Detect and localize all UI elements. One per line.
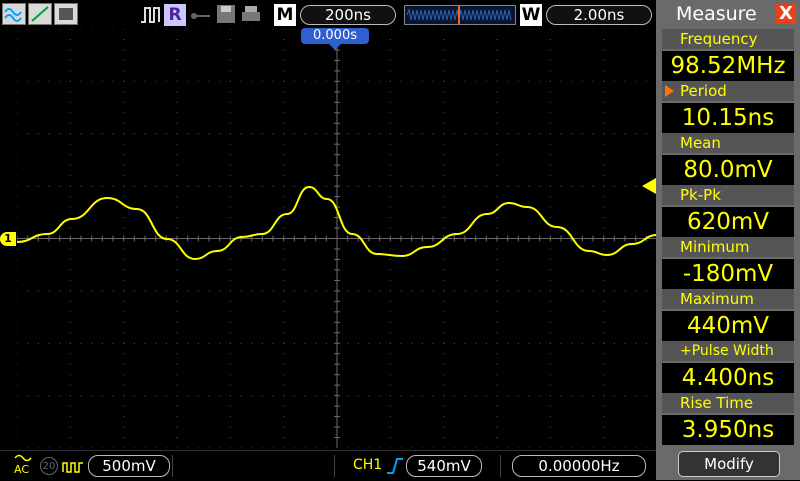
measure-value-pulse-width: 4.400ns [662, 363, 794, 393]
bottom-status-bar: AC 20 500mV CH1 540mV 0.00000Hz [0, 450, 656, 481]
measure-panel-header: Measure X [656, 0, 800, 28]
window-label: W [520, 4, 542, 26]
rising-edge-icon [386, 457, 404, 475]
trigger-level-value[interactable]: 540mV [406, 455, 482, 477]
modify-button[interactable]: Modify [678, 451, 780, 477]
selected-arrow-icon [665, 85, 674, 97]
memory-position-bar[interactable] [404, 5, 516, 25]
vector-display-icon[interactable] [28, 3, 52, 25]
window-value[interactable]: 2.00ns [546, 5, 652, 25]
divider [500, 455, 501, 477]
trigger-edge-icon [140, 4, 162, 26]
trigger-position-label: 0.000s [301, 28, 369, 44]
measure-value-mean: 80.0mV [662, 155, 794, 185]
print-icon[interactable] [240, 4, 262, 24]
top-status-bar: R M 200ns W 2.00ns [0, 0, 656, 28]
measure-value-frequency: 98.52MHz [662, 51, 794, 81]
persistence-icon[interactable] [54, 3, 78, 25]
save-icon[interactable] [216, 4, 236, 24]
divider [172, 455, 173, 477]
waveform-display-icon[interactable] [2, 3, 26, 25]
ch1-offset-marker[interactable]: 1 [0, 232, 16, 246]
measure-value-period: 10.15ns [662, 103, 794, 133]
measure-value-rise-time: 3.950ns [662, 415, 794, 445]
trigger-position-marker[interactable] [329, 44, 341, 50]
measure-value-maximum: 440mV [662, 311, 794, 341]
measure-panel: Measure X Frequency 98.52MHz Period 10.1… [656, 0, 800, 480]
measure-label-minimum[interactable]: Minimum [662, 237, 794, 257]
graticule [17, 29, 657, 448]
bandwidth-limit-badge: 20 [40, 457, 58, 475]
measure-label-frequency[interactable]: Frequency [662, 29, 794, 49]
close-button[interactable]: X [776, 4, 796, 24]
measure-label-maximum[interactable]: Maximum [662, 289, 794, 309]
timebase-label: M [274, 4, 296, 26]
probe-icon [62, 459, 84, 473]
timebase-value[interactable]: 200ns [300, 5, 396, 25]
waveform-display[interactable] [17, 29, 657, 448]
ch1-scale-value[interactable]: 500mV [88, 455, 170, 477]
measure-label-period[interactable]: Period [662, 81, 794, 101]
measure-panel-title: Measure [676, 3, 757, 25]
trigger-level-marker[interactable] [642, 178, 656, 194]
trigger-source-label: CH1 [353, 457, 383, 473]
measure-label-rise-time[interactable]: Rise Time [662, 393, 794, 413]
usb-icon [190, 8, 212, 22]
run-status-indicator: R [164, 4, 186, 26]
divider [334, 455, 335, 477]
measure-label-mean[interactable]: Mean [662, 133, 794, 153]
frequency-counter-value: 0.00000Hz [512, 455, 646, 477]
measure-value-pkpk: 620mV [662, 207, 794, 237]
measure-label-pulse-width[interactable]: +Pulse Width [662, 341, 794, 361]
measure-value-minimum: -180mV [662, 259, 794, 289]
measure-label-pkpk[interactable]: Pk-Pk [662, 185, 794, 205]
coupling-label: AC [14, 463, 30, 476]
